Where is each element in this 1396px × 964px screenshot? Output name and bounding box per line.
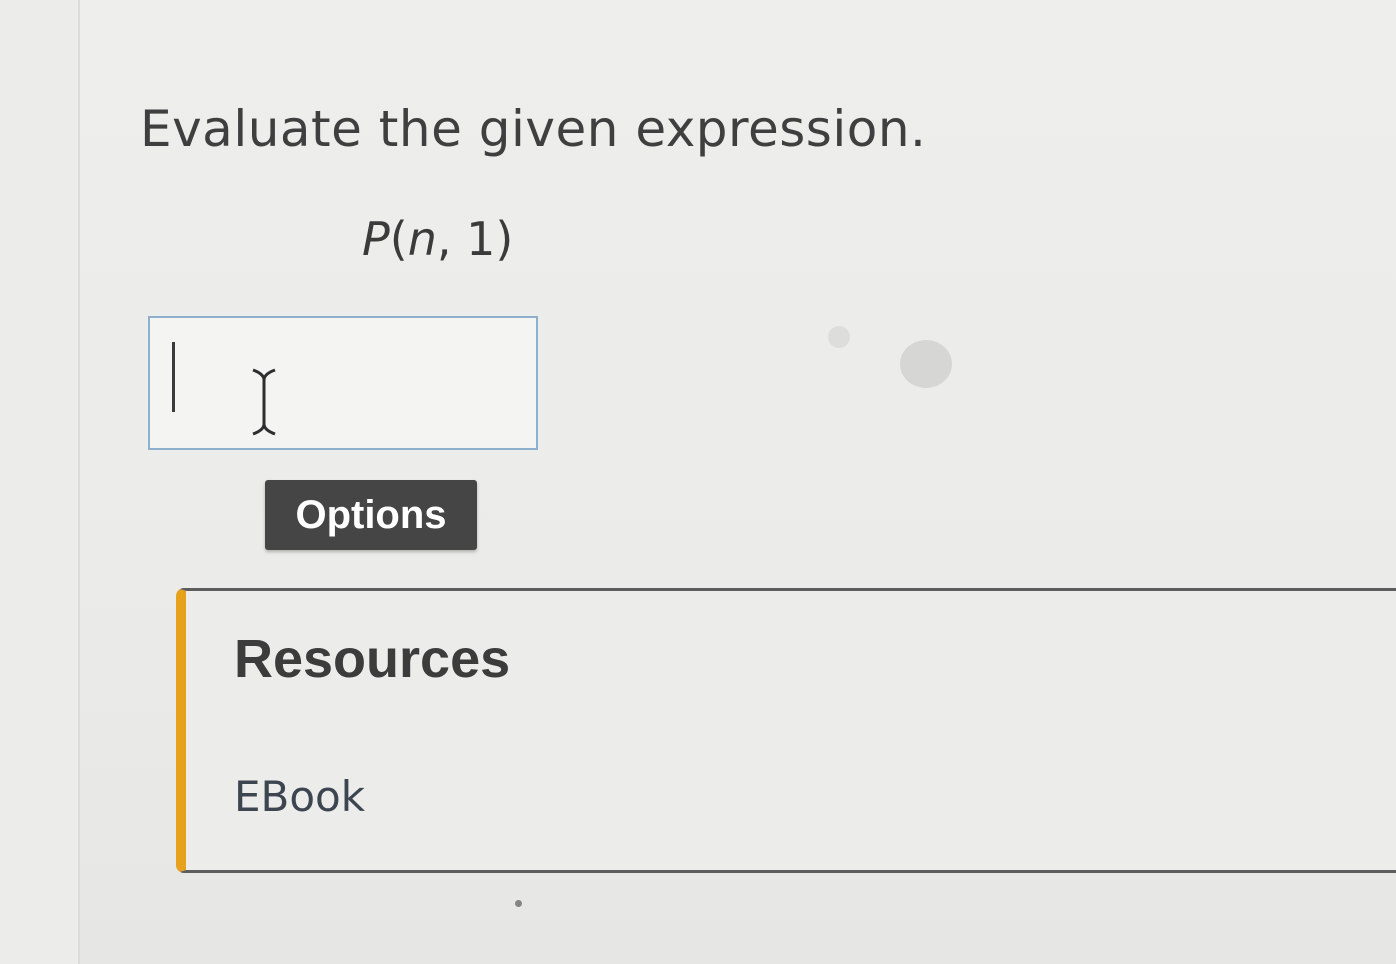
options-button[interactable]: Options	[265, 480, 477, 550]
expression-open-paren: (	[389, 212, 408, 266]
expression-separator: ,	[436, 212, 467, 266]
expression-function: P	[362, 212, 390, 266]
screen-dot	[515, 900, 522, 907]
expression-close-paren: )	[495, 212, 514, 266]
expression-variable: n	[407, 212, 437, 266]
resources-title: Resources	[234, 629, 511, 689]
ibeam-cursor-icon	[252, 368, 276, 436]
text-caret	[172, 342, 175, 412]
ebook-link[interactable]: EBook	[234, 772, 365, 821]
screen-smudge	[900, 340, 952, 388]
question-prompt: Evaluate the given expression.	[140, 100, 927, 158]
expression-argument: 1	[466, 212, 496, 266]
answer-input[interactable]	[148, 316, 538, 450]
screen-smudge	[828, 326, 850, 348]
math-expression: P(n, 1)	[362, 212, 513, 266]
